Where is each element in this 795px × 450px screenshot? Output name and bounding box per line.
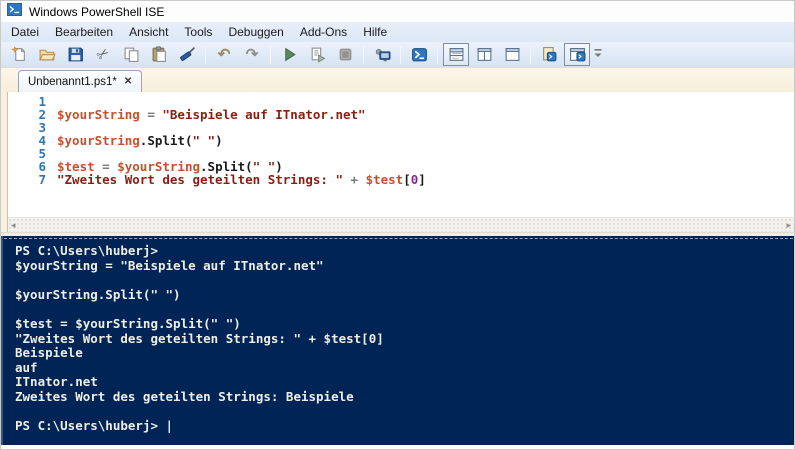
console-line: Zweites Wort des geteilten Strings: Beis… [15,388,354,404]
show-command-window-button[interactable] [536,43,562,66]
console-line: $test = $yourString.Split(" ") [15,315,241,331]
code-text: $yourString = "Beispiele auf ITnator.net… [57,107,366,122]
toolbar: ✂ ↶ ↷ [1,42,794,68]
start-powershell-exe-button[interactable] [406,43,432,66]
copy-icon [122,46,140,64]
toolbar-separator [437,45,438,64]
console-line: "Zweites Wort des geteilten Strings: " +… [15,330,384,346]
run-selection-button[interactable] [304,43,330,66]
cut-button[interactable]: ✂ [90,43,116,66]
console-line: ITnator.net [15,374,98,390]
bottom-strip [1,445,794,449]
tab-close-icon[interactable]: ✕ [124,76,132,87]
toolbar-separator [400,45,401,64]
open-script-icon [38,46,56,64]
undo-button[interactable]: ↶ [211,43,237,66]
tab-unbenannt1[interactable]: Unbenannt1.ps1* ✕ [18,70,143,92]
console-line: auf [15,359,38,375]
redo-button[interactable]: ↷ [239,43,265,66]
show-script-pane-top-icon [447,46,465,64]
show-script-pane-icon [568,46,586,64]
menu-hilfe[interactable]: Hilfe [355,23,395,41]
console-top-divider [4,238,793,239]
clear-console-icon [178,46,196,64]
console-line: $yourString.Split(" ") [15,286,181,302]
toolbar-overflow-button[interactable] [591,43,605,66]
script-editor-zone: 1 2 $yourString = "Beispiele auf ITnator.n… [1,92,794,232]
save-script-button[interactable] [62,43,88,66]
tab-label: Unbenannt1.ps1* [28,75,117,88]
powershell-ise-app-icon [6,2,23,21]
menu-debuggen[interactable]: Debuggen [220,23,291,41]
run-script-icon [280,46,298,64]
start-powershell-exe-icon [410,46,428,64]
show-script-pane-button[interactable] [564,43,590,66]
toolbar-separator [530,45,531,64]
new-remote-powershell-tab-icon [373,46,391,64]
show-script-pane-right-icon [475,46,493,64]
console-line: PS C:\Users\huberj> [15,243,158,258]
window-title: Windows PowerShell ISE [29,4,165,19]
stop-operation-button[interactable] [332,43,358,66]
script-editor[interactable]: 1 2 $yourString = "Beispiele auf ITnator.n… [8,92,794,217]
show-script-pane-maximized-icon [503,46,521,64]
editor-left-margin [1,92,8,232]
scroll-left-icon[interactable]: ◂ [11,220,16,230]
show-script-pane-top-button[interactable] [443,43,469,66]
menu-bar: Datei Bearbeiten Ansicht Tools Debuggen Add-O… [1,22,794,42]
code-text: "Zweites Wort des geteilten Strings: " +… [57,172,426,187]
run-selection-icon [308,46,326,64]
script-tab-strip: Unbenannt1.ps1* ✕ [1,68,794,92]
code-line: 2 $yourString = "Beispiele auf ITnator.ne… [8,108,794,121]
console-line: Beispiele [15,345,83,361]
new-script-icon [10,46,28,64]
paste-icon [150,46,168,64]
clear-console-button[interactable] [174,43,200,66]
copy-button[interactable] [118,43,144,66]
save-script-icon [66,46,84,64]
new-script-button[interactable] [6,43,32,66]
powershell-ise-window: Windows PowerShell ISE Datei Bearbeiten An… [0,0,795,450]
menu-bearbeiten[interactable]: Bearbeiten [47,23,121,41]
run-script-button[interactable] [276,43,302,66]
show-script-pane-right-button[interactable] [471,43,497,66]
open-script-button[interactable] [34,43,60,66]
code-line: 7 "Zweites Wort des geteilten Strings: " … [8,173,794,186]
menu-add-ons[interactable]: Add-Ons [292,23,355,41]
redo-icon: ↷ [245,46,259,63]
cut-icon: ✂ [92,43,114,66]
console-line: $yourString = "Beispiele auf ITnator.net… [15,257,324,273]
toolbar-separator [270,45,271,64]
show-command-window-icon [540,46,558,64]
scroll-right-icon[interactable]: ▸ [786,220,791,230]
editor-horizontal-scrollbar[interactable]: ◂ ▸ [8,217,794,232]
show-script-pane-maximized-button[interactable] [499,43,525,66]
code-text: $yourString.Split(" ") [57,133,223,148]
menu-ansicht[interactable]: Ansicht [121,23,176,41]
toolbar-separator [205,45,206,64]
undo-icon: ↶ [217,46,231,63]
toolbar-separator [363,45,364,64]
line-number: 7 [38,172,46,187]
console-cursor: | [165,418,174,434]
stop-operation-icon [336,46,354,64]
code-line: 4 $yourString.Split(" ") [8,134,794,147]
paste-button[interactable] [146,43,172,66]
title-bar: Windows PowerShell ISE [1,1,794,22]
menu-datei[interactable]: Datei [3,23,47,41]
menu-tools[interactable]: Tools [176,23,220,41]
new-remote-powershell-tab-button[interactable] [369,43,395,66]
console-line: PS C:\Users\huberj> | [15,418,174,434]
console-pane[interactable]: PS C:\Users\huberj> $yourString = "Beispi… [1,236,794,445]
toolbar-overflow-icon [593,47,603,62]
